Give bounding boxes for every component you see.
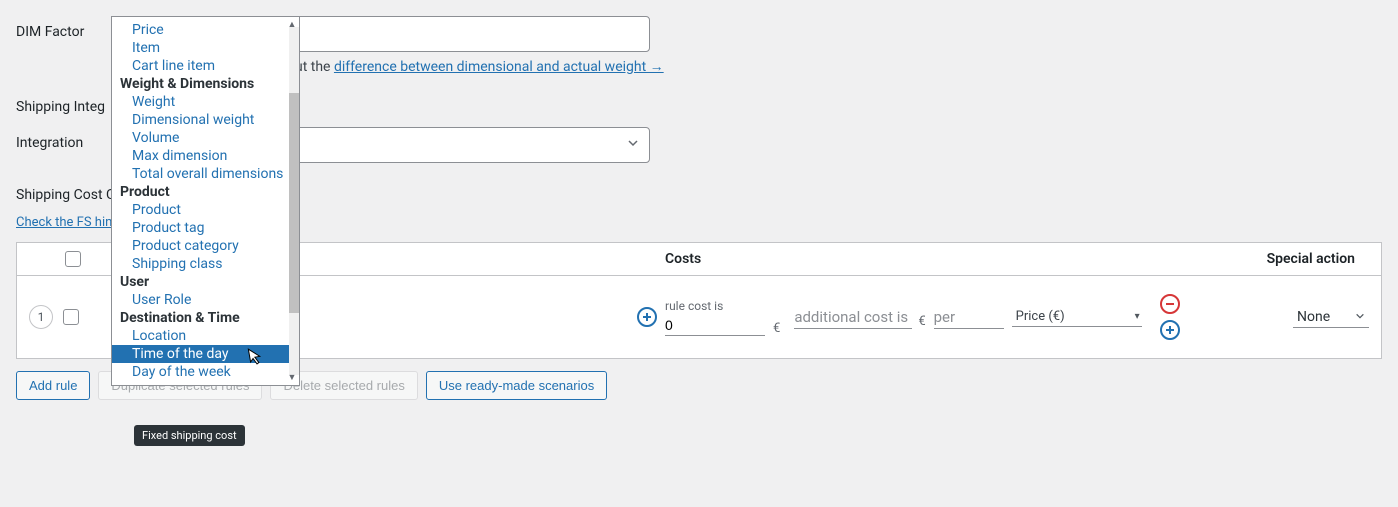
scrollbar-thumb[interactable]: [289, 93, 299, 313]
integration-select[interactable]: [256, 127, 650, 163]
dropdown-item[interactable]: Product category: [112, 237, 299, 255]
special-action-select[interactable]: None: [1293, 307, 1369, 328]
dropdown-item[interactable]: Price: [112, 21, 299, 39]
dropdown-item[interactable]: Weight: [112, 93, 299, 111]
tooltip: Fixed shipping cost: [134, 425, 245, 446]
dropdown-item[interactable]: Product: [112, 201, 299, 219]
fs-hint-link[interactable]: Check the FS hin: [16, 215, 112, 230]
chevron-down-icon: [627, 137, 639, 153]
remove-cost-button[interactable]: [1160, 294, 1180, 314]
dropdown-group: User: [112, 273, 299, 291]
rule-cost-label: rule cost is: [665, 299, 780, 313]
dropdown-item[interactable]: Day of the week: [112, 363, 299, 381]
costs-header: Costs: [665, 251, 1225, 267]
chevron-down-icon: ▾: [1135, 311, 1140, 322]
dropdown-group: Destination & Time: [112, 309, 299, 327]
additional-cost-input[interactable]: additional cost is: [794, 306, 912, 329]
dropdown-item[interactable]: Time of the day: [112, 345, 299, 363]
per-unit-select[interactable]: Price (€) ▾: [1012, 307, 1142, 327]
dropdown-item[interactable]: Volume: [112, 129, 299, 147]
dropdown-item[interactable]: Cart line item: [112, 57, 299, 75]
ready-scenarios-button[interactable]: Use ready-made scenarios: [426, 371, 607, 400]
dim-weight-link[interactable]: difference between dimensional and actua…: [334, 59, 664, 75]
per-input[interactable]: per: [934, 306, 1004, 329]
select-all-checkbox[interactable]: [65, 251, 81, 267]
dropdown-item[interactable]: Shipping class: [112, 255, 299, 273]
dim-factor-helper: re about the difference between dimensio…: [256, 58, 664, 75]
dropdown-item[interactable]: User Role: [112, 291, 299, 309]
special-header: Special action: [1225, 251, 1355, 267]
scroll-down-icon[interactable]: ▼: [287, 372, 297, 383]
dropdown-item[interactable]: Product tag: [112, 219, 299, 237]
add-cost-button[interactable]: [1160, 320, 1180, 340]
currency-symbol: €: [918, 314, 925, 329]
add-cost-button[interactable]: [637, 307, 657, 327]
chevron-down-icon: [1355, 309, 1365, 325]
dropdown-item[interactable]: Item: [112, 39, 299, 57]
rule-cost-input[interactable]: [665, 315, 765, 336]
currency-symbol: €: [773, 321, 780, 336]
dropdown-item[interactable]: Total overall dimensions: [112, 165, 299, 183]
dropdown-item[interactable]: Dimensional weight: [112, 111, 299, 129]
dropdown-item[interactable]: Location: [112, 327, 299, 345]
dim-factor-input[interactable]: [256, 16, 650, 52]
row-number: 1: [29, 305, 53, 329]
dropdown-group: Product: [112, 183, 299, 201]
dropdown-item[interactable]: Max dimension: [112, 147, 299, 165]
add-rule-button[interactable]: Add rule: [16, 371, 90, 400]
row-checkbox[interactable]: [63, 309, 79, 325]
condition-dropdown[interactable]: ▲ PriceItemCart line itemWeight & Dimens…: [111, 16, 300, 386]
dropdown-group: Weight & Dimensions: [112, 75, 299, 93]
